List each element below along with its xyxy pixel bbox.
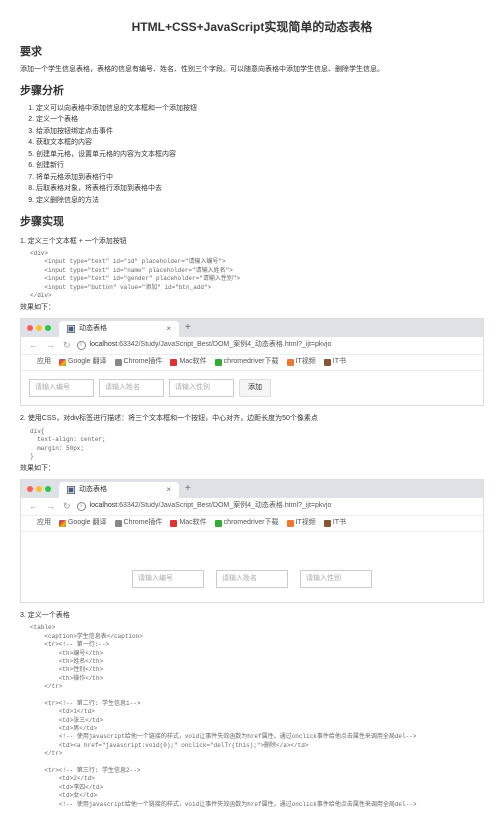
tab-title: 动态表格 (79, 485, 107, 496)
back-icon[interactable]: ← (27, 339, 40, 353)
apps-button[interactable]: 应用 (27, 518, 51, 529)
tab-title: 动态表格 (79, 324, 107, 335)
apps-icon (27, 519, 35, 527)
reload-icon[interactable]: ↻ (61, 339, 73, 353)
page-content: 请输入编号 请输入姓名 请输入性别 (21, 532, 483, 602)
folder-icon (115, 520, 122, 527)
window-controls (27, 325, 51, 331)
tab-close-icon[interactable]: × (166, 484, 171, 496)
browser-tab[interactable]: 动态表格 × (59, 321, 179, 337)
window-controls (27, 486, 51, 492)
name-input[interactable]: 请输入姓名 (216, 570, 288, 589)
id-input[interactable]: 请输入编号 (29, 379, 94, 398)
google-icon (59, 520, 66, 527)
back-icon[interactable]: ← (27, 500, 40, 514)
gender-input[interactable]: 请输入性别 (300, 570, 372, 589)
forward-icon[interactable]: → (44, 500, 57, 514)
address-bar: ← → ↻ i localhost:63342/Study/JavaScript… (21, 498, 483, 516)
reload-icon[interactable]: ↻ (61, 500, 73, 514)
step-item: 给添加按钮绑定点击事件 (36, 127, 484, 138)
minimize-icon[interactable] (36, 325, 42, 331)
bookmark-item[interactable]: Google 翻译 (59, 357, 107, 368)
favicon-icon (67, 325, 75, 333)
folder-icon (115, 359, 122, 366)
apps-icon (27, 358, 35, 366)
minimize-icon[interactable] (36, 486, 42, 492)
bookmark-item[interactable]: Mac软件 (170, 357, 206, 368)
caption: 效果如下： (20, 464, 484, 475)
new-tab-icon[interactable]: + (185, 320, 191, 335)
step-item: 定义可以向表格中添加信息的文本框和一个添加按钮 (36, 104, 484, 115)
bookmarks-bar: 应用 Google 翻译 Chrome插件 Mac软件 chromedriver… (21, 516, 483, 532)
heading-analysis: 步骤分析 (20, 83, 484, 100)
bookmark-item[interactable]: Chrome插件 (115, 518, 163, 529)
address-bar: ← → ↻ i localhost:63342/Study/JavaScript… (21, 337, 483, 355)
step1-heading: 1. 定义三个文本框 + 一个添加按钮 (20, 237, 484, 248)
step-item: 创建单元格，设置单元格的内容为文本框内容 (36, 150, 484, 161)
book-icon (324, 520, 331, 527)
code-block: <div> <input type="text" id="id" placeho… (30, 250, 484, 300)
steps-list: 定义可以向表格中添加信息的文本框和一个添加按钮 定义一个表格 给添加按钮绑定点击… (36, 104, 484, 207)
requirements-text: 添加一个学生信息表格，表格的信息有编号、姓名、性别三个字段。可以随意向表格中添加… (20, 65, 484, 76)
browser-tabbar: 动态表格 × + (21, 319, 483, 337)
info-icon[interactable]: i (77, 502, 86, 511)
it-icon (287, 359, 294, 366)
name-input[interactable]: 请输入姓名 (99, 379, 164, 398)
tab-close-icon[interactable]: × (166, 323, 171, 335)
step2-heading: 2. 使用CSS，对div标签进行描述：将三个文本框和一个按钮，中心对齐，边距长… (20, 414, 484, 425)
maximize-icon[interactable] (45, 325, 51, 331)
bookmark-item[interactable]: Google 翻译 (59, 518, 107, 529)
bookmark-item[interactable]: IT视频 (287, 357, 316, 368)
new-tab-icon[interactable]: + (185, 481, 191, 496)
book-icon (324, 359, 331, 366)
step-item: 创建新行 (36, 161, 484, 172)
step-item: 定义删除信息的方法 (36, 196, 484, 207)
bookmark-item[interactable]: chromedriver下载 (215, 518, 279, 529)
browser-tab[interactable]: 动态表格 × (59, 482, 179, 498)
caption: 效果如下： (20, 303, 484, 314)
heading-requirements: 要求 (20, 44, 484, 61)
page-title: HTML+CSS+JavaScript实现简单的动态表格 (20, 18, 484, 36)
step-item: 后取表格对象，将表格行添加到表格中去 (36, 184, 484, 195)
bookmark-item[interactable]: Mac软件 (170, 518, 206, 529)
step-item: 将单元格添加到表格行中 (36, 173, 484, 184)
step-item: 定义一个表格 (36, 115, 484, 126)
mac-icon (170, 359, 177, 366)
bookmark-item[interactable]: IT视频 (287, 518, 316, 529)
bookmark-item[interactable]: IT书 (324, 357, 346, 368)
code-block: <table> <caption>学生信息表</caption> <tr><!-… (30, 624, 484, 809)
add-button[interactable]: 添加 (239, 379, 271, 398)
url-text[interactable]: localhost:63342/Study/JavaScript_Best/DO… (90, 501, 332, 512)
url-text[interactable]: localhost:63342/Study/JavaScript_Best/DO… (90, 340, 332, 351)
it-icon (287, 520, 294, 527)
browser-tabbar: 动态表格 × + (21, 480, 483, 498)
id-input[interactable]: 请输入编号 (132, 570, 204, 589)
bookmark-item[interactable]: chromedriver下载 (215, 357, 279, 368)
chrome-icon (215, 359, 222, 366)
mac-icon (170, 520, 177, 527)
code-block: div{ text-align: center; margin: 50px; } (30, 428, 484, 462)
favicon-icon (67, 486, 75, 494)
step-item: 获取文本框的内容 (36, 138, 484, 149)
bookmarks-bar: 应用 Google 翻译 Chrome插件 Mac软件 chromedriver… (21, 355, 483, 371)
screenshot-2: 动态表格 × + ← → ↻ i localhost:63342/Study/J… (20, 479, 484, 603)
forward-icon[interactable]: → (44, 339, 57, 353)
google-icon (59, 359, 66, 366)
heading-implementation: 步骤实现 (20, 214, 484, 231)
gender-input[interactable]: 请输入性别 (169, 379, 234, 398)
chrome-icon (215, 520, 222, 527)
page-content: 请输入编号 请输入姓名 请输入性别 添加 (21, 371, 483, 406)
close-icon[interactable] (27, 486, 33, 492)
apps-button[interactable]: 应用 (27, 357, 51, 368)
bookmark-item[interactable]: Chrome插件 (115, 357, 163, 368)
bookmark-item[interactable]: IT书 (324, 518, 346, 529)
close-icon[interactable] (27, 325, 33, 331)
step3-heading: 3. 定义一个表格 (20, 611, 484, 622)
info-icon[interactable]: i (77, 341, 86, 350)
maximize-icon[interactable] (45, 486, 51, 492)
screenshot-1: 动态表格 × + ← → ↻ i localhost:63342/Study/J… (20, 318, 484, 407)
